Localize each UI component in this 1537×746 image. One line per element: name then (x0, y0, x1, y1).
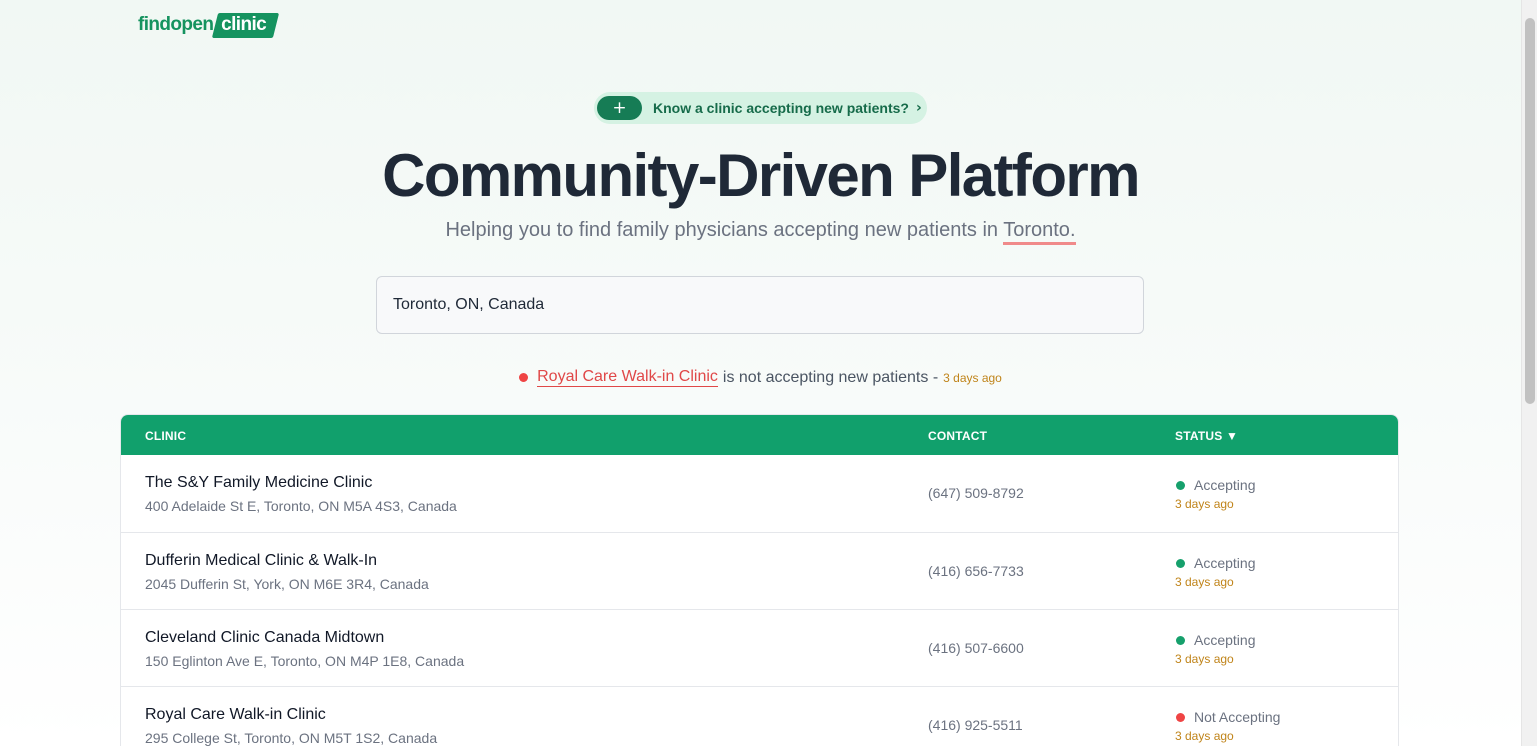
logo-part-2: clinic (212, 12, 280, 38)
page-title: Community-Driven Platform (382, 142, 1140, 209)
column-header-status[interactable]: STATUS ▼ (1175, 429, 1238, 443)
status-time-ago: 3 days ago (1175, 497, 1234, 511)
subtitle-prefix: Helping you to find family physicians ac… (445, 219, 1004, 241)
status-time-ago: 3 days ago (1175, 575, 1234, 589)
status-time-ago: 3 days ago (1175, 729, 1234, 743)
logo-part-2-text: clinic (221, 13, 267, 35)
page-subtitle: Helping you to find family physicians ac… (0, 219, 1521, 245)
clinic-address: 400 Adelaide St E, Toronto, ON M5A 4S3, … (145, 498, 457, 514)
notice-text: is not accepting new patients - (722, 368, 939, 386)
clinic-phone[interactable]: (416) 656-7733 (928, 563, 1024, 579)
clinic-address: 2045 Dufferin St, York, ON M6E 3R4, Cana… (145, 576, 429, 592)
clinic-name[interactable]: Cleveland Clinic Canada Midtown (145, 629, 384, 647)
clinic-address: 150 Eglinton Ave E, Toronto, ON M4P 1E8,… (145, 653, 465, 669)
status-dot-icon (1176, 480, 1185, 490)
clinic-phone[interactable]: (416) 507-6600 (928, 640, 1024, 656)
status-dot-icon (519, 373, 529, 382)
notice-time-ago: 3 days ago (943, 370, 1002, 385)
subtitle-city-name: Toronto (1003, 219, 1070, 241)
table-row[interactable]: Dufferin Medical Clinic & Walk-In 2045 D… (121, 532, 1398, 609)
status-label: Accepting (1194, 632, 1256, 648)
table-body: The S&Y Family Medicine Clinic 400 Adela… (121, 455, 1398, 746)
table-header: CLINIC CONTACT STATUS ▼ (121, 415, 1398, 455)
notice-clinic-link[interactable]: Royal Care Walk-in Clinic (537, 368, 718, 387)
clinic-address: 295 College St, Toronto, ON M5T 1S2, Can… (145, 730, 438, 746)
column-header-clinic: CLINIC (145, 429, 187, 443)
status-label: Accepting (1194, 477, 1256, 493)
clinic-name[interactable]: Dufferin Medical Clinic & Walk-In (145, 552, 377, 570)
location-search-input[interactable]: Toronto, ON, Canada (376, 276, 1144, 334)
clinic-phone[interactable]: (416) 925-5511 (928, 717, 1023, 733)
status-dot-icon (1176, 712, 1185, 722)
status-badge: Not Accepting (1176, 709, 1280, 725)
clinic-name[interactable]: The S&Y Family Medicine Clinic (145, 474, 372, 492)
status-dot-icon (1176, 558, 1185, 568)
chevron-right-icon: › (915, 100, 922, 116)
status-badge: Accepting (1176, 632, 1255, 648)
page: findopen clinic + Know a clinic acceptin… (0, 0, 1521, 746)
suggest-clinic-text: Know a clinic accepting new patients? (653, 100, 909, 116)
location-search-value: Toronto, ON, Canada (393, 296, 545, 313)
clinic-table: CLINIC CONTACT STATUS ▼ The S&Y Family M… (120, 414, 1399, 746)
logo-part-1: findopen (138, 14, 214, 35)
subtitle-suffix: . (1069, 219, 1076, 241)
page-scrollbar[interactable] (1521, 0, 1537, 746)
table-row[interactable]: The S&Y Family Medicine Clinic 400 Adela… (121, 455, 1398, 532)
clinic-phone[interactable]: (647) 509-8792 (928, 485, 1024, 501)
plus-icon: + (597, 96, 642, 120)
logo[interactable]: findopen clinic (138, 12, 280, 38)
table-row[interactable]: Cleveland Clinic Canada Midtown 150 Egli… (121, 609, 1398, 686)
subtitle-city: Toronto. (1003, 219, 1076, 245)
status-time-ago: 3 days ago (1175, 652, 1234, 666)
suggest-clinic-banner[interactable]: + Know a clinic accepting new patients? … (594, 92, 927, 124)
status-dot-icon (1176, 635, 1185, 645)
recent-update-notice: Royal Care Walk-in Clinic is not accepti… (0, 368, 1521, 387)
clinic-name[interactable]: Royal Care Walk-in Clinic (145, 706, 326, 724)
status-badge: Accepting (1176, 555, 1255, 571)
column-header-contact: CONTACT (928, 429, 988, 443)
status-label: Accepting (1194, 555, 1256, 571)
status-label: Not Accepting (1194, 709, 1281, 725)
table-row[interactable]: Royal Care Walk-in Clinic 295 College St… (121, 686, 1398, 746)
status-badge: Accepting (1176, 477, 1255, 493)
scrollbar-thumb[interactable] (1525, 18, 1535, 404)
